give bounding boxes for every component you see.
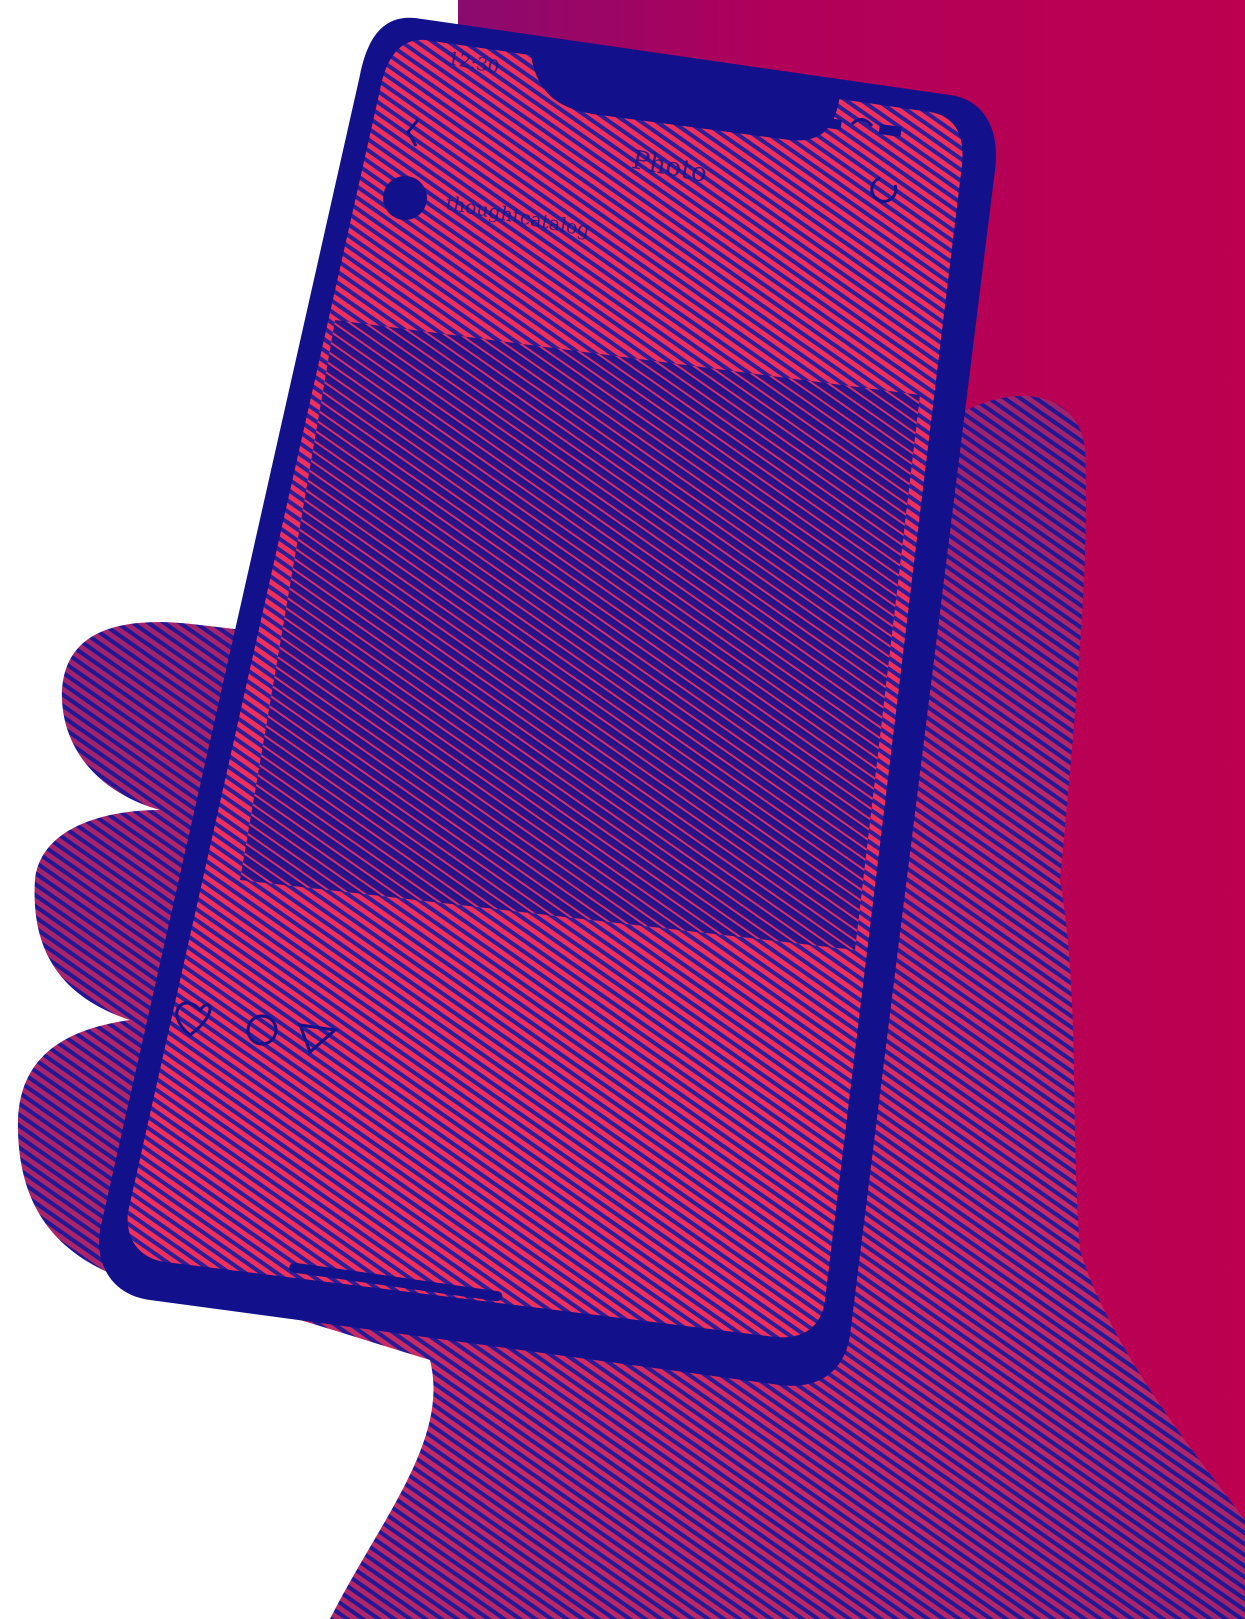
feed-photo	[240, 320, 920, 950]
avatar-icon	[383, 176, 427, 220]
signal-icon	[826, 118, 842, 130]
phone-in-hand-illustration	[17, 17, 1245, 1619]
